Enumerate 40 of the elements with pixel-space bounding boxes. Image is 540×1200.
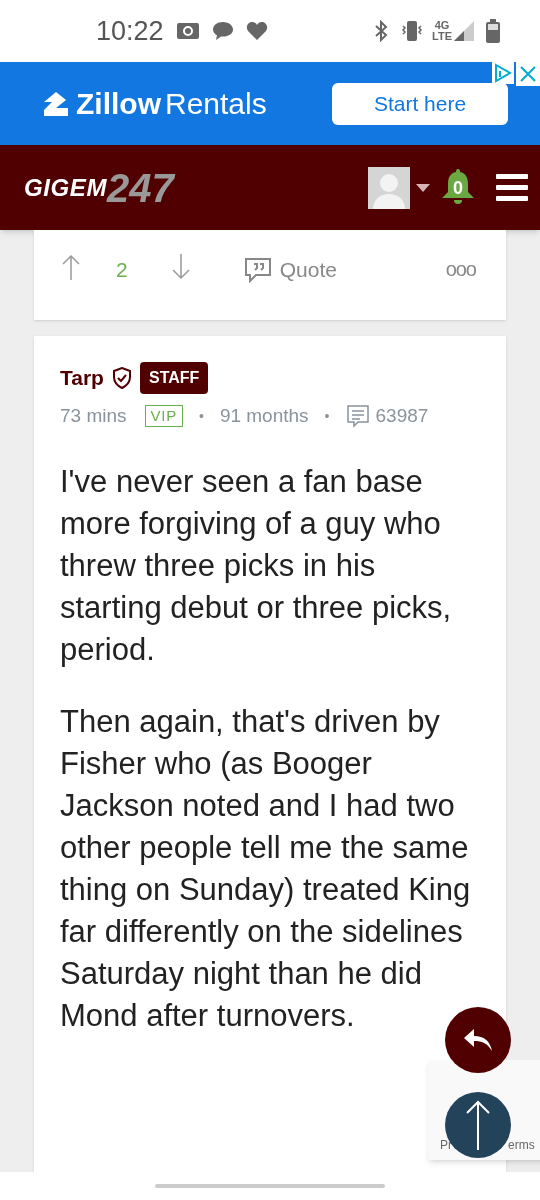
logo-text: GIGEM (24, 172, 107, 201)
clock: 10:22 (96, 14, 164, 48)
camera-icon (175, 22, 200, 40)
vote-count: 2 (116, 257, 128, 283)
caret-icon[interactable] (416, 183, 430, 192)
network-label: 4G LTE (432, 20, 452, 42)
member-tenure: 91 months (219, 404, 309, 428)
avatar-icon[interactable] (368, 166, 410, 209)
quote-icon (243, 256, 272, 283)
ad-product: Rentals (165, 86, 267, 122)
vibrate-icon (400, 20, 424, 42)
bluetooth-icon (374, 20, 388, 42)
logo-number: 247 (107, 167, 174, 208)
post-count: 63987 (375, 404, 429, 428)
menu-icon[interactable] (496, 173, 528, 202)
post-paragraph: Then again, that's driven by Fisher who (as Booger Jackson noted and I had two other people tell me the same thing on Sunday) treated King far differently on the sidelines Saturday night than he did Mond after turnovers. (60, 702, 472, 1035)
start-here-button[interactable]: Start here (332, 82, 508, 125)
quote-button[interactable]: Quote (243, 254, 337, 286)
post-time: 73 mins (60, 404, 127, 428)
more-options[interactable]: ooo (445, 254, 476, 284)
shield-check-icon (111, 367, 132, 389)
adchoices-icon[interactable] (492, 62, 514, 84)
arrow-up-icon (466, 1100, 490, 1150)
chat-icon (211, 21, 234, 41)
ad-banner[interactable]: ZillowRentals Start here (0, 62, 540, 145)
downvote-icon[interactable] (171, 254, 190, 280)
message-icon (345, 404, 370, 429)
close-icon[interactable] (516, 62, 540, 86)
ad-brand: Zillow (76, 86, 161, 122)
house-logo-icon (42, 89, 70, 118)
post-paragraph: I've never seen a fan base more forgiving of a guy who threw three picks in his starting debut or three picks, period. (60, 462, 453, 669)
separator-dot: • (198, 406, 204, 426)
separator-dot: • (324, 406, 330, 426)
vip-badge: VIP (144, 405, 183, 428)
battery-icon (486, 19, 500, 43)
staff-badge: STAFF (139, 362, 209, 394)
heart-icon (245, 21, 268, 41)
signal-icon (454, 21, 474, 41)
author-name[interactable]: Tarp (60, 362, 104, 394)
upvote-icon[interactable] (62, 254, 80, 280)
